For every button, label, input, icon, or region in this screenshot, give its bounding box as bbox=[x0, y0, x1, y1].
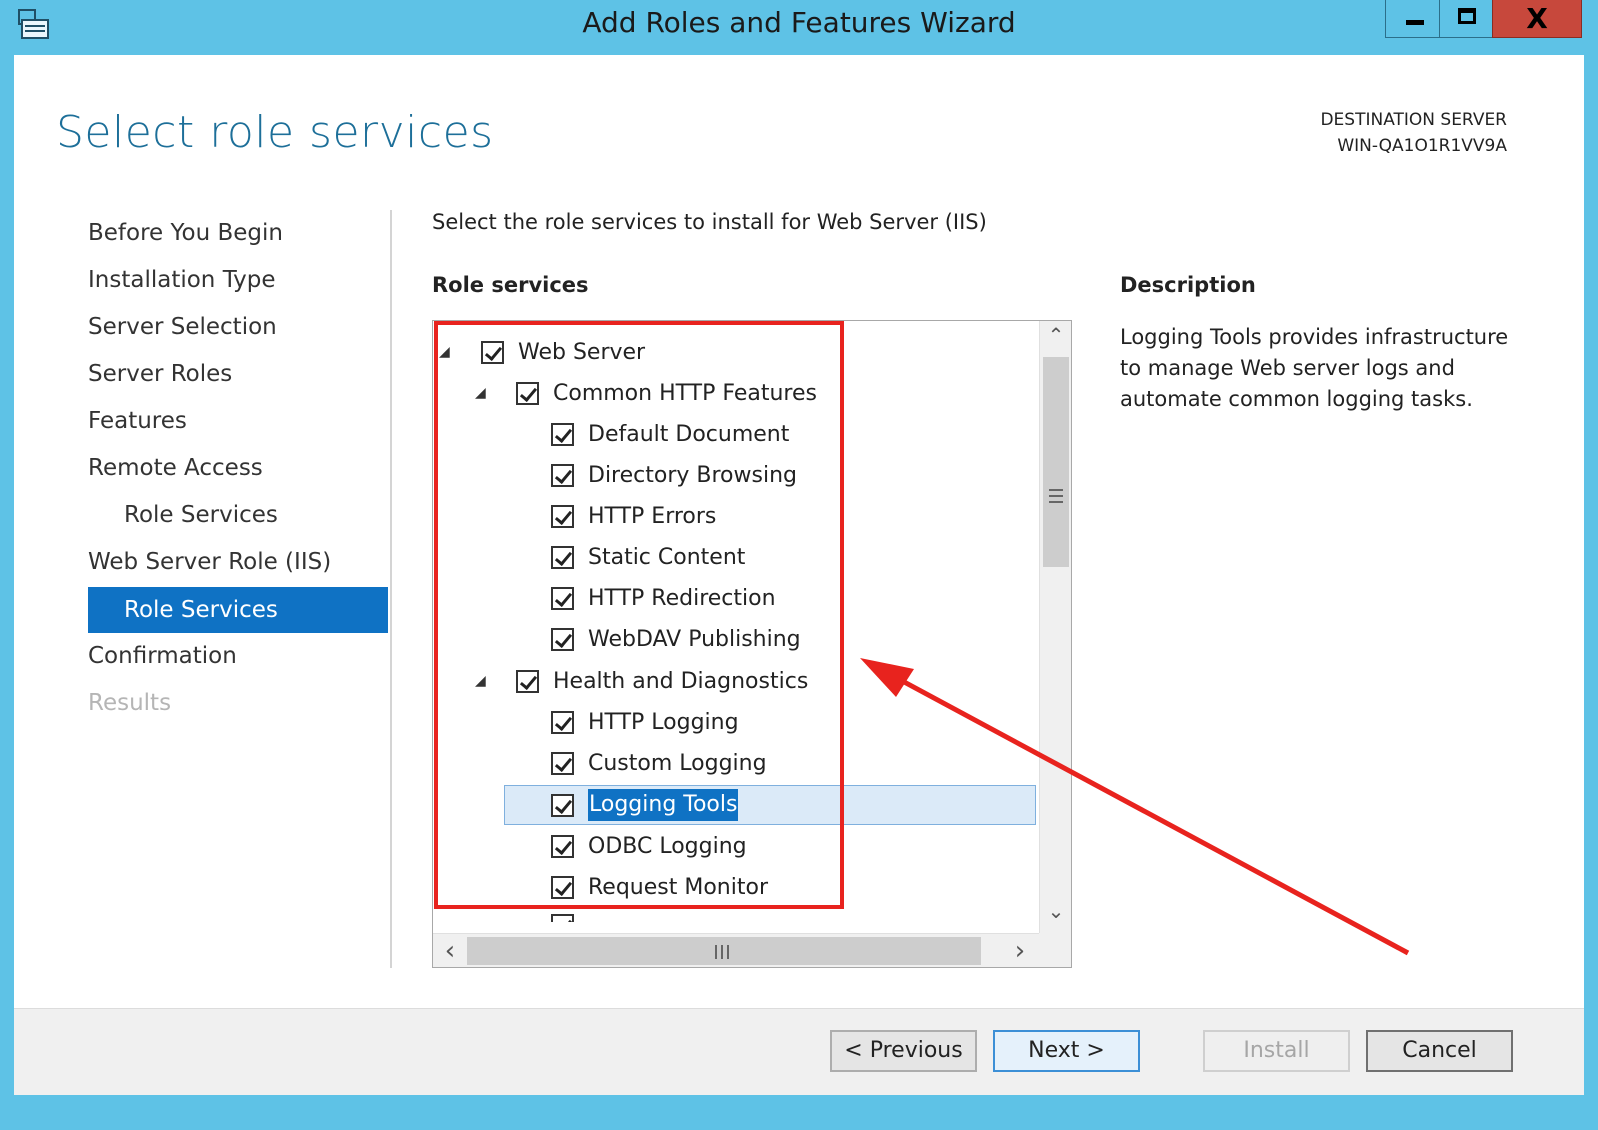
tree-item-common-http-features[interactable]: ◢ Common HTTP Features bbox=[433, 373, 1033, 414]
tree-item-label: Custom Logging bbox=[588, 751, 767, 776]
minimize-button[interactable] bbox=[1385, 0, 1440, 38]
scroll-up-arrow-icon[interactable]: ⌃ bbox=[1040, 323, 1071, 347]
checkbox-checked[interactable] bbox=[551, 752, 574, 775]
checkbox-checked[interactable] bbox=[551, 587, 574, 610]
tree-item-label: Common HTTP Features bbox=[553, 381, 817, 406]
collapse-expander-icon[interactable]: ◢ bbox=[475, 373, 495, 414]
install-button: Install bbox=[1203, 1030, 1350, 1072]
tree-item-health-and-diagnostics[interactable]: ◢ Health and Diagnostics bbox=[433, 661, 1033, 702]
checkbox-checked[interactable] bbox=[551, 464, 574, 487]
checkbox-checked[interactable] bbox=[551, 628, 574, 651]
nav-item-installation-type[interactable]: Installation Type bbox=[88, 257, 276, 303]
checkbox-checked[interactable] bbox=[516, 382, 539, 405]
destination-server-name: WIN-QA1O1R1VV9A bbox=[1337, 136, 1507, 156]
description-text: Logging Tools provides infrastructure to… bbox=[1120, 325, 1509, 411]
wizard-content: Select role services DESTINATION SERVER … bbox=[14, 55, 1584, 1095]
tree-item-odbc-logging[interactable]: ODBC Logging bbox=[433, 826, 1033, 867]
vertical-scrollbar[interactable]: ⌃ ⌄ bbox=[1039, 321, 1071, 934]
page-title: Select role services bbox=[56, 107, 494, 158]
checkbox-checked[interactable] bbox=[481, 341, 504, 364]
wizard-footer: < Previous Next > Install Cancel bbox=[14, 1008, 1584, 1095]
tree-item-label-selected: Logging Tools bbox=[588, 789, 739, 821]
cancel-button[interactable]: Cancel bbox=[1366, 1030, 1513, 1072]
checkbox-checked[interactable] bbox=[551, 794, 574, 817]
checkbox-partial bbox=[551, 914, 574, 922]
destination-server-info: DESTINATION SERVER WIN-QA1O1R1VV9A bbox=[1320, 107, 1507, 159]
nav-divider bbox=[390, 210, 392, 968]
destination-label: DESTINATION SERVER bbox=[1320, 110, 1507, 130]
tree-item-label: HTTP Logging bbox=[588, 710, 739, 735]
window-bottom-border bbox=[0, 1095, 1598, 1130]
description-header: Description bbox=[1120, 273, 1256, 297]
role-services-tree[interactable]: ◢ Web Server ◢ Common HTTP Features Defa… bbox=[432, 320, 1072, 968]
tree-item-label: HTTP Redirection bbox=[588, 586, 776, 611]
checkbox-checked[interactable] bbox=[551, 876, 574, 899]
nav-item-server-roles[interactable]: Server Roles bbox=[88, 351, 232, 397]
tree-item-logging-tools[interactable]: Logging Tools bbox=[433, 785, 1033, 826]
tree-item-label: Static Content bbox=[588, 545, 746, 570]
intro-text: Select the role services to install for … bbox=[432, 210, 987, 234]
tree-item-webdav-publishing[interactable]: WebDAV Publishing bbox=[433, 619, 1033, 660]
checkbox-checked[interactable] bbox=[551, 423, 574, 446]
next-button[interactable]: Next > bbox=[993, 1030, 1140, 1072]
nav-item-results: Results bbox=[88, 690, 172, 716]
tree-item-http-redirection[interactable]: HTTP Redirection bbox=[433, 578, 1033, 619]
checkbox-checked[interactable] bbox=[551, 711, 574, 734]
nav-item-web-server-role[interactable]: Web Server Role (IIS) bbox=[88, 539, 331, 585]
checkbox-checked[interactable] bbox=[551, 835, 574, 858]
nav-item-server-selection[interactable]: Server Selection bbox=[88, 304, 277, 350]
tree-item-label: Web Server bbox=[518, 340, 646, 365]
checkbox-checked[interactable] bbox=[516, 670, 539, 693]
scroll-grip-icon bbox=[1049, 489, 1063, 503]
tree-item-label: WebDAV Publishing bbox=[588, 627, 801, 652]
title-bar[interactable]: Add Roles and Features Wizard X bbox=[0, 0, 1598, 55]
nav-item-features[interactable]: Features bbox=[88, 398, 187, 444]
tree-item-directory-browsing[interactable]: Directory Browsing bbox=[433, 455, 1033, 496]
tree-item-label: HTTP Errors bbox=[588, 504, 717, 529]
maximize-button[interactable] bbox=[1439, 0, 1493, 38]
tree-item-default-document[interactable]: Default Document bbox=[433, 414, 1033, 455]
tree-item-label: ODBC Logging bbox=[588, 834, 747, 859]
collapse-expander-icon[interactable]: ◢ bbox=[475, 661, 495, 702]
scrollbar-corner bbox=[1039, 933, 1071, 967]
horizontal-scrollbar[interactable]: ‹ › bbox=[433, 933, 1039, 967]
role-services-header: Role services bbox=[432, 273, 589, 297]
scroll-left-arrow-icon[interactable]: ‹ bbox=[439, 936, 461, 966]
checkbox-checked[interactable] bbox=[551, 546, 574, 569]
tree-item-custom-logging[interactable]: Custom Logging bbox=[433, 743, 1033, 784]
collapse-expander-icon[interactable]: ◢ bbox=[439, 332, 459, 373]
tree-item-static-content[interactable]: Static Content bbox=[433, 537, 1033, 578]
scroll-down-arrow-icon[interactable]: ⌄ bbox=[1040, 899, 1071, 923]
tree-item-http-errors[interactable]: HTTP Errors bbox=[433, 496, 1033, 537]
wizard-window: Add Roles and Features Wizard X Select r… bbox=[0, 0, 1598, 1130]
nav-item-web-server-role-services[interactable]: Role Services bbox=[88, 587, 388, 633]
tree-item-http-logging[interactable]: HTTP Logging bbox=[433, 702, 1033, 743]
tree-item-label: Request Monitor bbox=[588, 875, 768, 900]
minimize-icon bbox=[1406, 20, 1424, 25]
horizontal-scroll-thumb[interactable] bbox=[467, 937, 981, 965]
vertical-scroll-thumb[interactable] bbox=[1043, 357, 1069, 567]
maximize-icon bbox=[1458, 8, 1476, 24]
close-button[interactable]: X bbox=[1492, 0, 1582, 38]
scroll-right-arrow-icon[interactable]: › bbox=[1009, 936, 1031, 966]
close-icon: X bbox=[1526, 2, 1548, 35]
previous-button[interactable]: < Previous bbox=[830, 1030, 977, 1072]
scroll-grip-icon bbox=[715, 945, 729, 959]
tree-item-request-monitor[interactable]: Request Monitor bbox=[433, 867, 1033, 908]
tree-item-web-server[interactable]: ◢ Web Server bbox=[433, 332, 1033, 373]
window-title: Add Roles and Features Wizard bbox=[582, 6, 1016, 39]
tree-item-label: Health and Diagnostics bbox=[553, 669, 809, 694]
tree-item-partial bbox=[433, 912, 1033, 922]
nav-item-confirmation[interactable]: Confirmation bbox=[88, 633, 237, 679]
tree-item-label: Directory Browsing bbox=[588, 463, 797, 488]
nav-item-remote-access[interactable]: Remote Access bbox=[88, 445, 263, 491]
nav-item-before-you-begin[interactable]: Before You Begin bbox=[88, 210, 283, 256]
tree-item-label: Default Document bbox=[588, 422, 790, 447]
checkbox-checked[interactable] bbox=[551, 505, 574, 528]
nav-item-remote-access-role-services[interactable]: Role Services bbox=[124, 492, 278, 538]
